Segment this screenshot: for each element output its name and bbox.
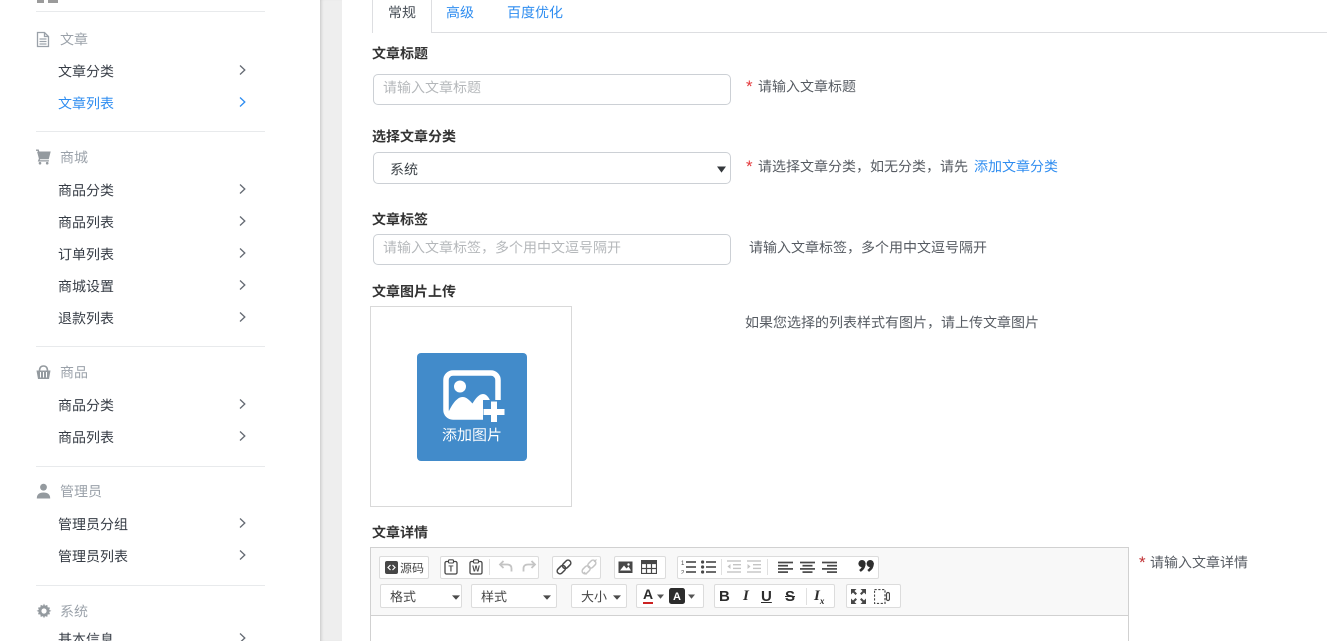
svg-text:W: W <box>472 565 480 574</box>
svg-text:T: T <box>449 565 454 574</box>
svg-text:A: A <box>673 591 681 603</box>
svg-text:1: 1 <box>681 561 685 567</box>
svg-text:2: 2 <box>681 571 685 575</box>
